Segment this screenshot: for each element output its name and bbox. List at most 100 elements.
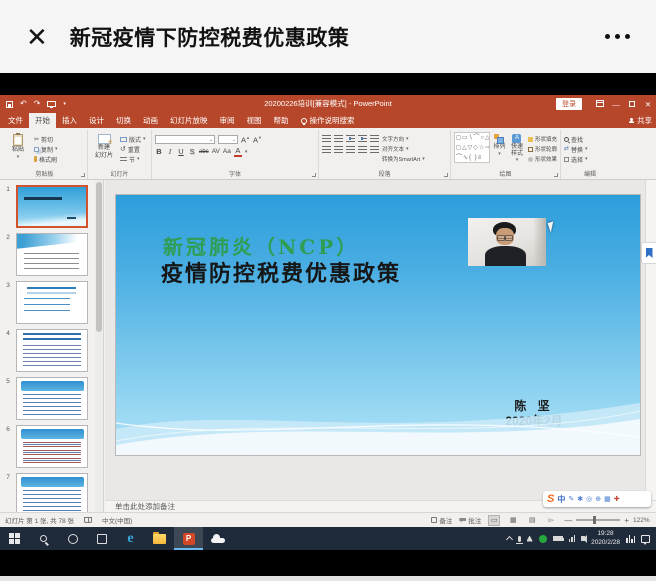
tab-insert[interactable]: 插入 bbox=[56, 113, 83, 128]
zoom-out-button[interactable]: — bbox=[564, 516, 572, 525]
change-case-button[interactable]: Aa bbox=[223, 149, 231, 156]
find-button[interactable]: 查找 bbox=[564, 135, 588, 143]
tell-me-search[interactable]: 操作说明搜索 bbox=[295, 113, 361, 128]
spellcheck-icon[interactable] bbox=[84, 517, 92, 523]
start-button[interactable] bbox=[0, 527, 29, 550]
shape-outline-button[interactable]: 形状轮廓 bbox=[528, 145, 557, 153]
battery-icon[interactable] bbox=[553, 536, 563, 541]
tab-transitions[interactable]: 切换 bbox=[110, 113, 137, 128]
character-spacing-button[interactable]: AV bbox=[212, 149, 220, 156]
close-icon[interactable]: ✕ bbox=[26, 24, 48, 50]
slide-thumbnail-4[interactable]: 4 bbox=[0, 329, 95, 372]
powerpoint-taskbar-button[interactable]: P bbox=[174, 527, 203, 550]
text-shadow-button[interactable]: S bbox=[188, 148, 196, 156]
tab-animations[interactable]: 动画 bbox=[137, 113, 164, 128]
font-size-select[interactable]: ⌄ bbox=[218, 135, 238, 144]
align-left-icon[interactable] bbox=[322, 146, 331, 154]
signin-button[interactable]: 登录 bbox=[556, 98, 582, 110]
ime-keyboard-icon[interactable]: ▦ bbox=[604, 496, 611, 503]
slide-sorter-view-button[interactable]: ▦ bbox=[507, 515, 519, 526]
ime-symbol-icon[interactable]: ✱ bbox=[577, 496, 583, 503]
font-dialog-launcher[interactable] bbox=[312, 173, 316, 177]
italic-button[interactable]: I bbox=[166, 148, 174, 156]
decrease-font-button[interactable]: A▼ bbox=[253, 136, 262, 144]
antivirus-tray-icon[interactable] bbox=[539, 535, 547, 543]
language-indicator[interactable]: 中文(中国) bbox=[102, 515, 132, 525]
slide-thumbnail-3[interactable]: 3 bbox=[0, 281, 95, 324]
ribbon-display-options-icon[interactable] bbox=[592, 99, 608, 109]
reset-button[interactable]: ↺重置 bbox=[120, 145, 146, 153]
taskbar-search-button[interactable] bbox=[29, 527, 58, 550]
bold-button[interactable]: B bbox=[155, 148, 163, 156]
window-close-button[interactable]: ✕ bbox=[640, 100, 656, 109]
normal-view-button[interactable]: ▭ bbox=[488, 515, 500, 526]
shape-fill-button[interactable]: 形状填充 bbox=[528, 135, 557, 143]
underline-button[interactable]: U bbox=[177, 148, 185, 156]
font-color-dropdown-icon[interactable]: ▾ bbox=[245, 149, 248, 155]
replace-button[interactable]: ⇄替换▾ bbox=[564, 145, 588, 153]
decrease-indent-icon[interactable] bbox=[346, 135, 355, 143]
ime-mic-icon[interactable]: ⊕ bbox=[595, 496, 601, 503]
ime-toolbox-icon[interactable]: ✚ bbox=[614, 496, 620, 503]
convert-smartart-button[interactable]: 转换为SmartArt▾ bbox=[382, 155, 438, 163]
task-view-button[interactable] bbox=[87, 527, 116, 550]
share-button[interactable]: 共享 bbox=[629, 113, 652, 128]
canvas-scrollbar[interactable] bbox=[645, 180, 656, 500]
slide-thumbnail-1[interactable]: 1 bbox=[0, 185, 95, 228]
notification-bell-icon[interactable] bbox=[527, 536, 533, 542]
minimize-button[interactable]: — bbox=[608, 100, 624, 109]
sogou-logo-icon[interactable]: S bbox=[547, 494, 554, 505]
align-center-icon[interactable] bbox=[334, 146, 343, 154]
font-color-button[interactable]: A bbox=[234, 147, 242, 157]
input-indicator-icon[interactable] bbox=[626, 535, 635, 543]
cloud-app-taskbar-button[interactable] bbox=[203, 527, 232, 550]
tray-expand-icon[interactable] bbox=[507, 535, 512, 542]
cortana-button[interactable] bbox=[58, 527, 87, 550]
network-icon[interactable] bbox=[569, 535, 576, 542]
ime-wheel-icon[interactable]: ◎ bbox=[586, 496, 592, 503]
ime-pen-icon[interactable]: ✎ bbox=[568, 496, 574, 503]
clipboard-dialog-launcher[interactable] bbox=[81, 173, 85, 177]
maximize-button[interactable] bbox=[624, 100, 640, 109]
video-player[interactable]: ↶ ↷ ▾ 20200226培训[兼容模式] - PowerPoint 登录 —… bbox=[0, 73, 656, 576]
tab-review[interactable]: 审阅 bbox=[214, 113, 241, 128]
zoom-in-button[interactable]: + bbox=[624, 516, 629, 525]
shapes-gallery[interactable]: ◻▭∖⌒○△ ◻△▽◇☆⇨ ⌒∿{ }≡ bbox=[454, 132, 490, 163]
ime-chinese-mode[interactable]: 中 bbox=[557, 494, 565, 505]
drawing-dialog-launcher[interactable] bbox=[554, 173, 558, 177]
slide-thumbnail-7[interactable]: 7 bbox=[0, 473, 95, 516]
taskbar-clock[interactable]: 19:28 2020/2/28 bbox=[591, 530, 620, 548]
paragraph-dialog-launcher[interactable] bbox=[444, 173, 448, 177]
justify-icon[interactable] bbox=[358, 146, 367, 154]
align-right-icon[interactable] bbox=[346, 146, 355, 154]
line-spacing-icon[interactable] bbox=[370, 135, 379, 143]
slideshow-view-button[interactable]: ▻ bbox=[545, 515, 557, 526]
tab-design[interactable]: 设计 bbox=[83, 113, 110, 128]
select-button[interactable]: 选择▾ bbox=[564, 155, 588, 163]
increase-indent-icon[interactable] bbox=[358, 135, 367, 143]
arrange-button[interactable]: 排列▾ bbox=[493, 132, 506, 169]
strikethrough-button[interactable]: abc bbox=[199, 149, 209, 155]
format-painter-button[interactable]: 格式刷 bbox=[34, 155, 58, 163]
align-text-button[interactable]: 对齐文本▾ bbox=[382, 145, 438, 153]
columns-icon[interactable] bbox=[370, 146, 379, 154]
tab-file[interactable]: 文件 bbox=[2, 113, 29, 128]
tab-help[interactable]: 帮助 bbox=[268, 113, 295, 128]
slide-thumbnail-2[interactable]: 2 bbox=[0, 233, 95, 276]
new-slide-button[interactable]: 新建 幻灯片 bbox=[91, 132, 117, 169]
text-direction-button[interactable]: 文字方向▾ bbox=[382, 135, 438, 143]
reading-view-button[interactable]: ▤ bbox=[526, 515, 538, 526]
edge-taskbar-button[interactable]: e bbox=[116, 527, 145, 550]
quick-styles-button[interactable]: A 快速样式▾ bbox=[509, 132, 525, 169]
file-explorer-taskbar-button[interactable] bbox=[145, 527, 174, 550]
thumbnail-scrollbar-thumb[interactable] bbox=[96, 182, 102, 332]
zoom-slider-thumb[interactable] bbox=[593, 516, 596, 524]
more-menu-icon[interactable] bbox=[605, 26, 630, 47]
section-button[interactable]: 节▾ bbox=[120, 155, 146, 163]
slide-editing-area[interactable]: 新冠肺炎（NCP） 疫情防控税费优惠政策 陈 坚 2020年2月 bbox=[116, 195, 640, 455]
zoom-slider[interactable] bbox=[576, 519, 620, 521]
increase-font-button[interactable]: A▲ bbox=[241, 136, 250, 144]
cut-button[interactable]: ✂剪切 bbox=[34, 135, 58, 143]
shape-effects-button[interactable]: 形状效果 bbox=[528, 155, 557, 163]
layout-button[interactable]: 版式▾ bbox=[120, 135, 146, 143]
